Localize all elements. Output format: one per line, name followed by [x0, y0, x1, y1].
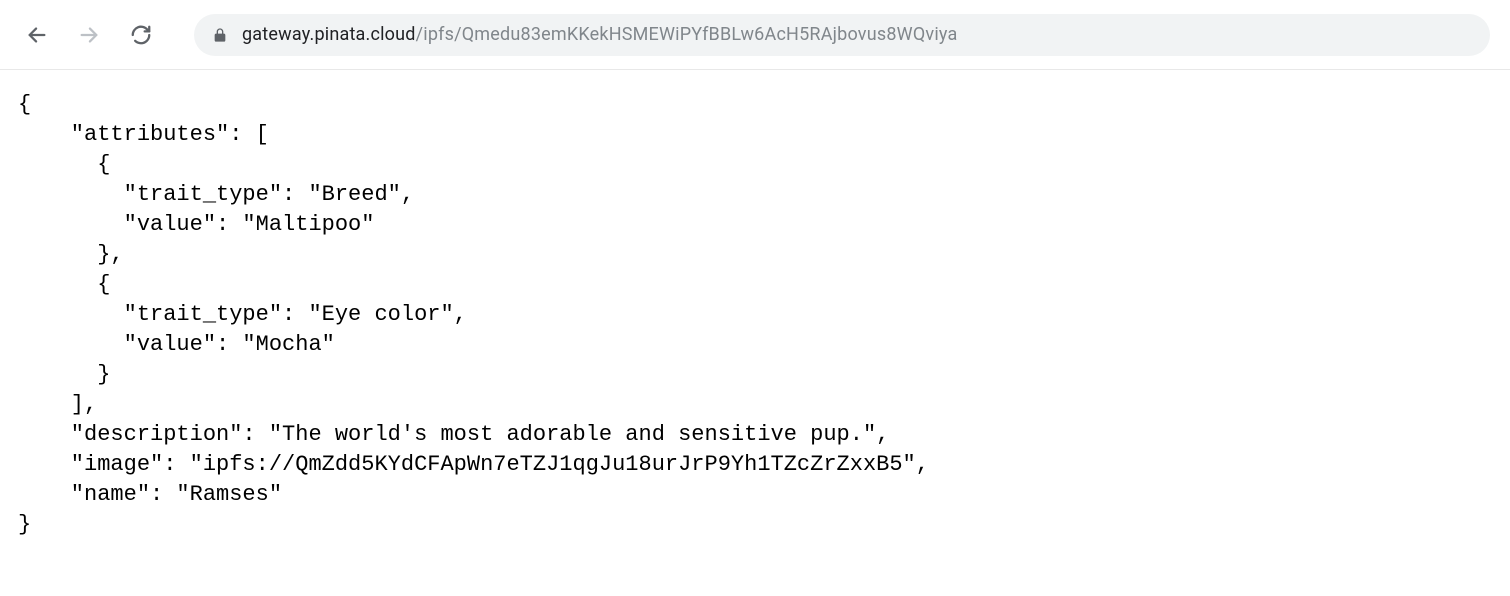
json-line: }, [18, 242, 124, 267]
json-line: { [18, 152, 110, 177]
arrow-right-icon [78, 24, 100, 46]
address-bar[interactable]: gateway.pinata.cloud/ipfs/Qmedu83emKKekH… [194, 14, 1490, 56]
json-line: "description": "The world's most adorabl… [18, 422, 889, 447]
arrow-left-icon [26, 24, 48, 46]
json-line: { [18, 92, 31, 117]
json-line: "image": "ipfs://QmZdd5KYdCFApWn7eTZJ1qg… [18, 452, 929, 477]
json-line: ], [18, 392, 97, 417]
url-path: /ipfs/Qmedu83emKKekHSMEWiPYfBBLw6AcH5RAj… [416, 24, 958, 45]
reload-icon [130, 24, 152, 46]
browser-toolbar: gateway.pinata.cloud/ipfs/Qmedu83emKKekH… [0, 0, 1510, 70]
url-domain: gateway.pinata.cloud [242, 24, 416, 45]
json-line: "value": "Mocha" [18, 332, 335, 357]
lock-icon [212, 27, 228, 43]
back-button[interactable] [20, 18, 54, 52]
json-line: "trait_type": "Eye color", [18, 302, 467, 327]
json-line: "name": "Ramses" [18, 482, 282, 507]
json-line: } [18, 362, 110, 387]
json-line: } [18, 512, 31, 537]
json-line: "value": "Maltipoo" [18, 212, 374, 237]
reload-button[interactable] [124, 18, 158, 52]
json-line: "attributes": [ [18, 122, 269, 147]
url-text: gateway.pinata.cloud/ipfs/Qmedu83emKKekH… [242, 24, 957, 45]
forward-button[interactable] [72, 18, 106, 52]
json-content: { "attributes": [ { "trait_type": "Breed… [0, 70, 1510, 560]
json-line: "trait_type": "Breed", [18, 182, 414, 207]
json-line: { [18, 272, 110, 297]
